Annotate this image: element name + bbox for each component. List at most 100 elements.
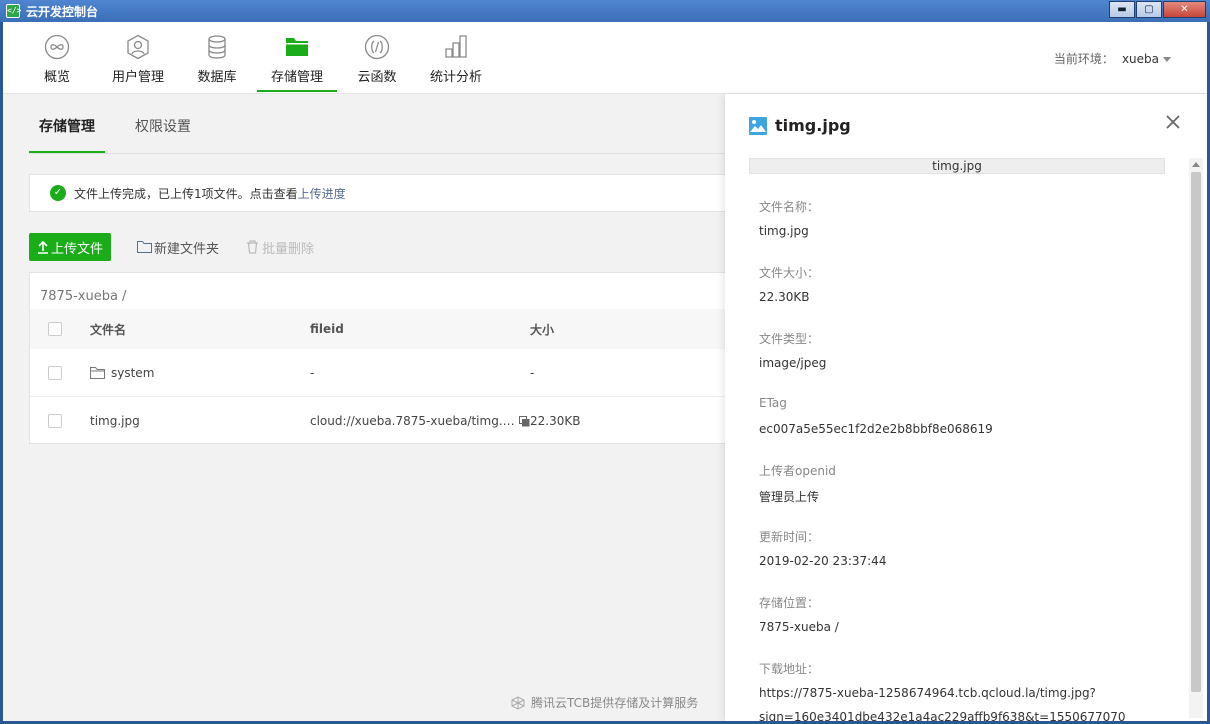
field-value-file-type: image/jpeg xyxy=(759,356,827,370)
field-label-file-size: 文件大小： xyxy=(759,266,820,280)
scrollbar-thumb[interactable] xyxy=(1191,172,1201,692)
table-header: 文件名 fileid 大小 xyxy=(30,309,726,349)
column-header-size[interactable]: 大小 xyxy=(530,309,554,349)
file-size: - xyxy=(530,365,535,380)
upload-file-label: 上传文件 xyxy=(50,241,103,257)
maximize-button[interactable]: ▢ xyxy=(1136,1,1162,18)
file-id-cell: cloud://xueba.7875-xueba/timg.… xyxy=(310,397,530,445)
database-icon xyxy=(208,35,226,59)
notice-text: 文件上传完成，已上传1项文件。点击查看 xyxy=(74,186,298,201)
window-titlebar: </> 云开发控制台 ▬ ▢ ✕ xyxy=(0,0,1210,22)
close-icon[interactable] xyxy=(1163,112,1183,132)
window-title: 云开发控制台 xyxy=(26,4,99,19)
field-label-location: 存储位置： xyxy=(759,596,820,610)
file-id: cloud://xueba.7875-xueba/timg.… xyxy=(310,414,515,428)
file-size: 22.30KB xyxy=(530,414,581,428)
field-value-download-url[interactable]: https://7875-xueba-1258674964.tcb.qcloud… xyxy=(759,686,1096,700)
field-value-etag: ec007a5e55ec1f2d2e2b8bbf8e068619 xyxy=(759,422,993,436)
batch-delete-button[interactable]: 批量删除 xyxy=(245,238,314,257)
tab-storage[interactable]: 存储管理 xyxy=(39,116,95,136)
environment-value: xueba xyxy=(1121,52,1159,66)
bar-chart-icon xyxy=(445,35,467,58)
nav-label-storage: 存储管理 xyxy=(270,70,323,85)
panel-title: timg.jpg xyxy=(775,116,851,135)
field-value-file-name: timg.jpg xyxy=(759,224,809,238)
row-checkbox-cell xyxy=(48,349,62,396)
row-checkbox-cell xyxy=(48,397,62,445)
new-folder-icon xyxy=(137,241,152,253)
cloud-logo-icon xyxy=(511,695,525,710)
close-window-button[interactable]: ✕ xyxy=(1163,1,1206,18)
minimize-button[interactable]: ▬ xyxy=(1109,1,1135,18)
field-value-location: 7875-xueba / xyxy=(759,620,839,634)
field-label-uploader: 上传者openid xyxy=(759,464,836,478)
scroll-up-icon[interactable] xyxy=(1192,162,1200,167)
app-content: 概览 用户管理 数据库 存储管理 云函数 统计分析 当前环境： xueba 存储… xyxy=(3,22,1207,721)
storage-main: 存储管理 权限设置 ✓ 文件上传完成，已上传1项文件。点击查看 上传进度 上传文件… xyxy=(3,94,726,721)
nav-item-analytics[interactable]: 统计分析 xyxy=(425,22,487,94)
image-file-icon xyxy=(749,116,767,135)
field-label-file-type: 文件类型： xyxy=(759,332,820,346)
subtabs: 存储管理 权限设置 xyxy=(29,94,725,154)
folder-icon xyxy=(90,366,105,379)
nav-label-functions: 云函数 xyxy=(357,70,397,85)
nav-item-functions[interactable]: 云函数 xyxy=(353,22,401,94)
subtab-active-indicator xyxy=(29,151,105,153)
file-name-cell[interactable]: system xyxy=(90,349,154,396)
window-controls: ▬ ▢ ✕ xyxy=(1109,1,1206,18)
active-tab-indicator xyxy=(257,90,337,92)
tab-permissions[interactable]: 权限设置 xyxy=(135,116,191,136)
file-name: system xyxy=(111,365,155,380)
field-label-updated-time: 更新时间： xyxy=(759,530,820,544)
image-preview: timg.jpg xyxy=(749,158,1165,174)
user-icon xyxy=(127,34,149,60)
function-icon xyxy=(364,34,390,60)
nav-item-users[interactable]: 用户管理 xyxy=(105,22,171,94)
field-label-etag: ETag xyxy=(759,396,787,410)
row-checkbox[interactable] xyxy=(48,414,62,428)
check-circle-icon: ✓ xyxy=(50,185,66,201)
table-row[interactable]: timg.jpg cloud://xueba.7875-xueba/timg.…… xyxy=(30,397,726,445)
copy-icon[interactable] xyxy=(518,415,530,427)
caret-down-icon xyxy=(1163,57,1171,62)
select-all-checkbox-cell xyxy=(48,309,62,349)
new-folder-label: 新建文件夹 xyxy=(154,241,220,257)
file-table: 7875-xueba / 文件名 fileid 大小 system - - ti… xyxy=(29,272,726,445)
upload-file-button[interactable]: 上传文件 xyxy=(29,233,111,261)
field-value-uploader: 管理员上传 xyxy=(759,490,820,504)
environment-label: 当前环境： xyxy=(1053,52,1114,66)
infinity-icon xyxy=(44,34,70,60)
nav-item-overview[interactable]: 概览 xyxy=(33,22,81,94)
file-id: - xyxy=(310,365,315,380)
upload-icon xyxy=(37,240,48,254)
nav-item-storage[interactable]: 存储管理 xyxy=(257,22,337,94)
file-detail-panel: timg.jpg timg.jpg 文件名称： timg.jpg 文件大小： 2… xyxy=(725,94,1207,721)
file-name[interactable]: timg.jpg xyxy=(90,397,140,445)
field-label-download-url: 下载地址： xyxy=(759,662,820,676)
batch-delete-label: 批量删除 xyxy=(262,241,315,257)
panel-header: timg.jpg xyxy=(749,116,851,135)
breadcrumb[interactable]: 7875-xueba / xyxy=(40,289,126,304)
trash-icon xyxy=(247,240,259,254)
nav-item-database[interactable]: 数据库 xyxy=(191,22,243,94)
environment-selector[interactable]: 当前环境： xueba xyxy=(1054,50,1171,67)
footer: 腾讯云TCB提供存储及计算服务 xyxy=(511,694,698,711)
footer-text: 腾讯云TCB提供存储及计算服务 xyxy=(531,696,699,710)
nav-label-database: 数据库 xyxy=(197,70,237,85)
select-all-checkbox[interactable] xyxy=(48,322,62,336)
field-value-download-url-cont[interactable]: sign=160e3401dbe432e1a4ac229affb9f638&t=… xyxy=(759,710,1126,721)
field-value-file-size: 22.30KB xyxy=(759,290,810,304)
table-row[interactable]: system - - xyxy=(30,349,726,397)
upload-notice: ✓ 文件上传完成，已上传1项文件。点击查看 上传进度 xyxy=(29,174,725,212)
column-header-name[interactable]: 文件名 xyxy=(90,309,126,349)
column-header-fileid: fileid xyxy=(310,322,344,336)
upload-progress-link[interactable]: 上传进度 xyxy=(298,185,346,202)
field-label-file-name: 文件名称： xyxy=(759,200,820,214)
folder-icon xyxy=(286,38,308,56)
row-checkbox[interactable] xyxy=(48,365,62,380)
field-value-updated-time: 2019-02-20 23:37:44 xyxy=(759,554,887,568)
nav-label-analytics: 统计分析 xyxy=(429,70,482,85)
nav-label-users: 用户管理 xyxy=(111,70,164,85)
new-folder-button[interactable]: 新建文件夹 xyxy=(137,238,219,257)
file-toolbar: 上传文件 新建文件夹 批量删除 xyxy=(29,233,314,261)
